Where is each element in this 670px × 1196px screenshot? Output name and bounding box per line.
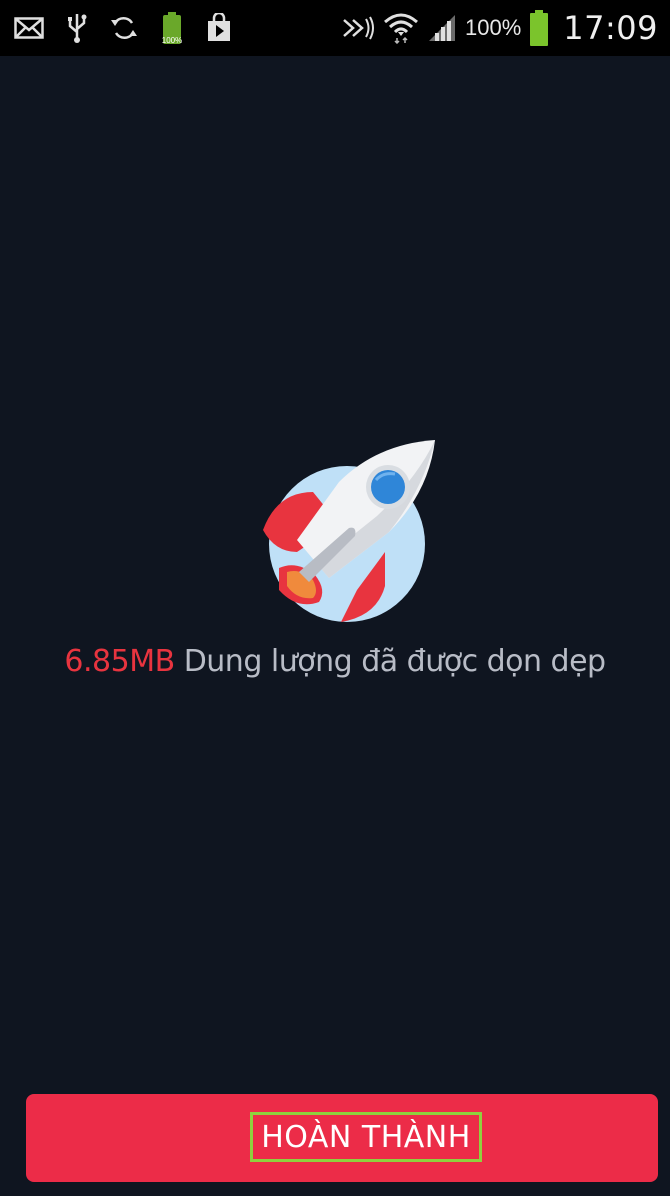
done-button-label: HOÀN THÀNH [250,1112,482,1162]
cleaned-message: 6.85MB Dung lượng đã được dọn dẹp [0,636,670,688]
status-bar-left: 100% [14,10,232,46]
signal-icon [427,13,457,43]
status-bar-right: 100% 17:09 [341,6,658,50]
mail-icon [14,17,44,39]
rocket-icon [257,440,437,624]
clock: 17:09 [563,9,658,47]
cleaned-size: 6.85MB [64,644,175,679]
screen: 100% 100% 17:09 6.85MB Dung lượng đã đượ… [0,0,670,1196]
play-store-icon [206,13,232,43]
sync-icon [110,14,138,42]
nfc-icon [341,15,375,41]
wifi-icon [383,12,419,44]
battery-icon [529,9,549,47]
done-button[interactable]: HOÀN THÀNH [26,1094,658,1182]
battery-percent: 100% [465,15,522,40]
usb-icon [66,12,88,44]
battery-small-label: 100% [161,36,183,45]
cleaned-message-text: Dung lượng đã được dọn dẹp [174,644,606,679]
battery-charging-icon: 100% [160,11,184,45]
status-bar: 100% 100% 17:09 [0,0,670,56]
